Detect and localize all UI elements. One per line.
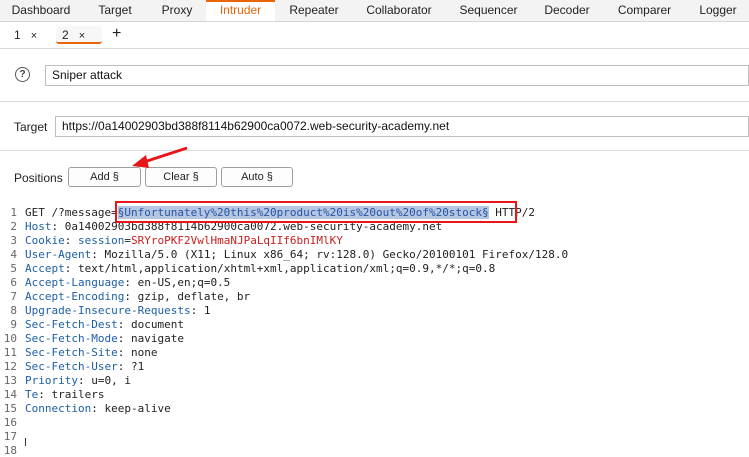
tab-logger[interactable]: Logger <box>687 0 749 21</box>
close-icon[interactable]: × <box>79 30 85 42</box>
line-number: 7 <box>10 290 17 303</box>
header-name: Upgrade-Insecure-Requests <box>25 304 191 317</box>
line-number: 3 <box>10 234 17 247</box>
header-value: en-US,en;q=0.5 <box>137 276 231 289</box>
line-number: 1 <box>10 206 17 219</box>
line-number: 9 <box>10 318 17 331</box>
tab-target[interactable]: Target <box>82 0 148 21</box>
subtab-label: 1 <box>14 28 21 42</box>
line-number: 11 <box>3 346 17 359</box>
header-name: Connection <box>25 402 92 415</box>
divider <box>0 150 749 151</box>
header-name: Sec-Fetch-Dest <box>25 318 118 331</box>
header-name: User-Agent <box>25 248 92 261</box>
header-line: Accept-Encoding: gzip, deflate, br <box>25 290 251 303</box>
header-name: Accept-Encoding <box>25 290 125 303</box>
tab-dashboard[interactable]: Dashboard <box>0 0 82 21</box>
tab-collaborator[interactable]: Collaborator <box>353 0 445 21</box>
header-line: Accept: text/html,application/xhtml+xml,… <box>25 262 496 275</box>
tab-proxy[interactable]: Proxy <box>148 0 206 21</box>
header-value: text/html,application/xhtml+xml,applicat… <box>78 262 496 275</box>
header-value: document <box>130 318 184 331</box>
line-number: 8 <box>10 304 17 317</box>
header-name: Priority <box>25 374 78 387</box>
header-line: Accept-Language: en-US,en;q=0.5 <box>25 276 231 289</box>
line-number: 10 <box>3 332 17 345</box>
line-number: 4 <box>10 248 17 261</box>
divider <box>0 101 749 102</box>
tab-comparer[interactable]: Comparer <box>602 0 687 21</box>
request-method-path: GET /?message= <box>25 206 118 219</box>
subtab-2[interactable]: 2 × <box>56 26 102 44</box>
header-name: Host <box>25 220 52 233</box>
header-line: Cookie: session=SRYroPKF2VwlHmaNJPaLqIIf… <box>25 234 343 247</box>
header-name: Accept <box>25 262 65 275</box>
add-tab-button[interactable]: + <box>112 26 121 42</box>
header-value: Mozilla/5.0 (X11; Linux x86_64; rv:128.0… <box>104 248 569 261</box>
cookie-value: SRYroPKF2VwlHmaNJPaLqIIf6bnIMlKY <box>130 234 343 247</box>
line-number: 5 <box>10 262 17 275</box>
header-line: Sec-Fetch-Dest: document <box>25 318 184 331</box>
header-line: Upgrade-Insecure-Requests: 1 <box>25 304 211 317</box>
header-line: Sec-Fetch-Mode: navigate <box>25 332 184 345</box>
header-value: navigate <box>130 332 184 345</box>
line-number: 14 <box>3 388 17 401</box>
header-line: Priority: u=0, i <box>25 374 131 387</box>
header-name: Accept-Language <box>25 276 125 289</box>
payload-highlight-box <box>115 201 517 223</box>
subtab-1[interactable]: 1 × <box>8 26 46 44</box>
positions-label: Positions <box>14 171 63 185</box>
attack-type-select[interactable]: Sniper attack <box>45 65 749 86</box>
header-line: Te: trailers <box>25 388 105 401</box>
header-value: trailers <box>51 388 105 401</box>
text-cursor <box>25 438 26 446</box>
close-icon[interactable]: × <box>31 30 37 42</box>
target-url-input[interactable]: https://0a14002903bd388f8114b62900ca0072… <box>55 116 749 137</box>
cookie-name: session <box>78 234 125 247</box>
tab-decoder[interactable]: Decoder <box>532 0 602 21</box>
line-number-gutter: 1 2 3 4 5 6 7 8 9 10 11 12 13 14 15 16 17 18 <box>0 203 18 457</box>
header-value: keep-alive <box>104 402 171 415</box>
subtab-label: 2 <box>62 28 69 42</box>
header-value: u=0, i <box>91 374 131 387</box>
header-line: Sec-Fetch-Site: none <box>25 346 158 359</box>
line-number: 17 <box>3 430 17 443</box>
main-tab-bar: Dashboard Target Proxy Intruder Repeater… <box>0 0 749 22</box>
line-number: 2 <box>10 220 17 233</box>
auto-markers-button[interactable]: Auto § <box>221 167 293 187</box>
line-number: 12 <box>3 360 17 373</box>
tab-intruder[interactable]: Intruder <box>206 0 275 21</box>
header-name: Cookie <box>25 234 65 247</box>
help-icon[interactable]: ? <box>15 67 30 82</box>
header-value: ?1 <box>130 360 145 373</box>
line-number: 6 <box>10 276 17 289</box>
header-line: User-Agent: Mozilla/5.0 (X11; Linux x86_… <box>25 248 569 261</box>
tab-repeater[interactable]: Repeater <box>275 0 353 21</box>
header-name: Sec-Fetch-Site <box>25 346 118 359</box>
header-name: Sec-Fetch-Mode <box>25 332 118 345</box>
tab-sequencer[interactable]: Sequencer <box>445 0 532 21</box>
target-label: Target <box>14 120 48 134</box>
header-value: gzip, deflate, br <box>137 290 251 303</box>
header-line: Connection: keep-alive <box>25 402 171 415</box>
header-value: none <box>130 346 158 359</box>
line-number: 13 <box>3 374 17 387</box>
annotation-arrow-icon <box>132 146 188 168</box>
header-name: Sec-Fetch-User <box>25 360 118 373</box>
line-number: 15 <box>3 402 17 415</box>
line-number: 16 <box>3 416 17 429</box>
header-name: Te <box>25 388 39 401</box>
header-value: 1 <box>203 304 211 317</box>
request-editor[interactable]: 1 2 3 4 5 6 7 8 9 10 11 12 13 14 15 16 17 18 GET /?messag… <box>0 203 749 457</box>
header-line: Sec-Fetch-User: ?1 <box>25 360 145 373</box>
